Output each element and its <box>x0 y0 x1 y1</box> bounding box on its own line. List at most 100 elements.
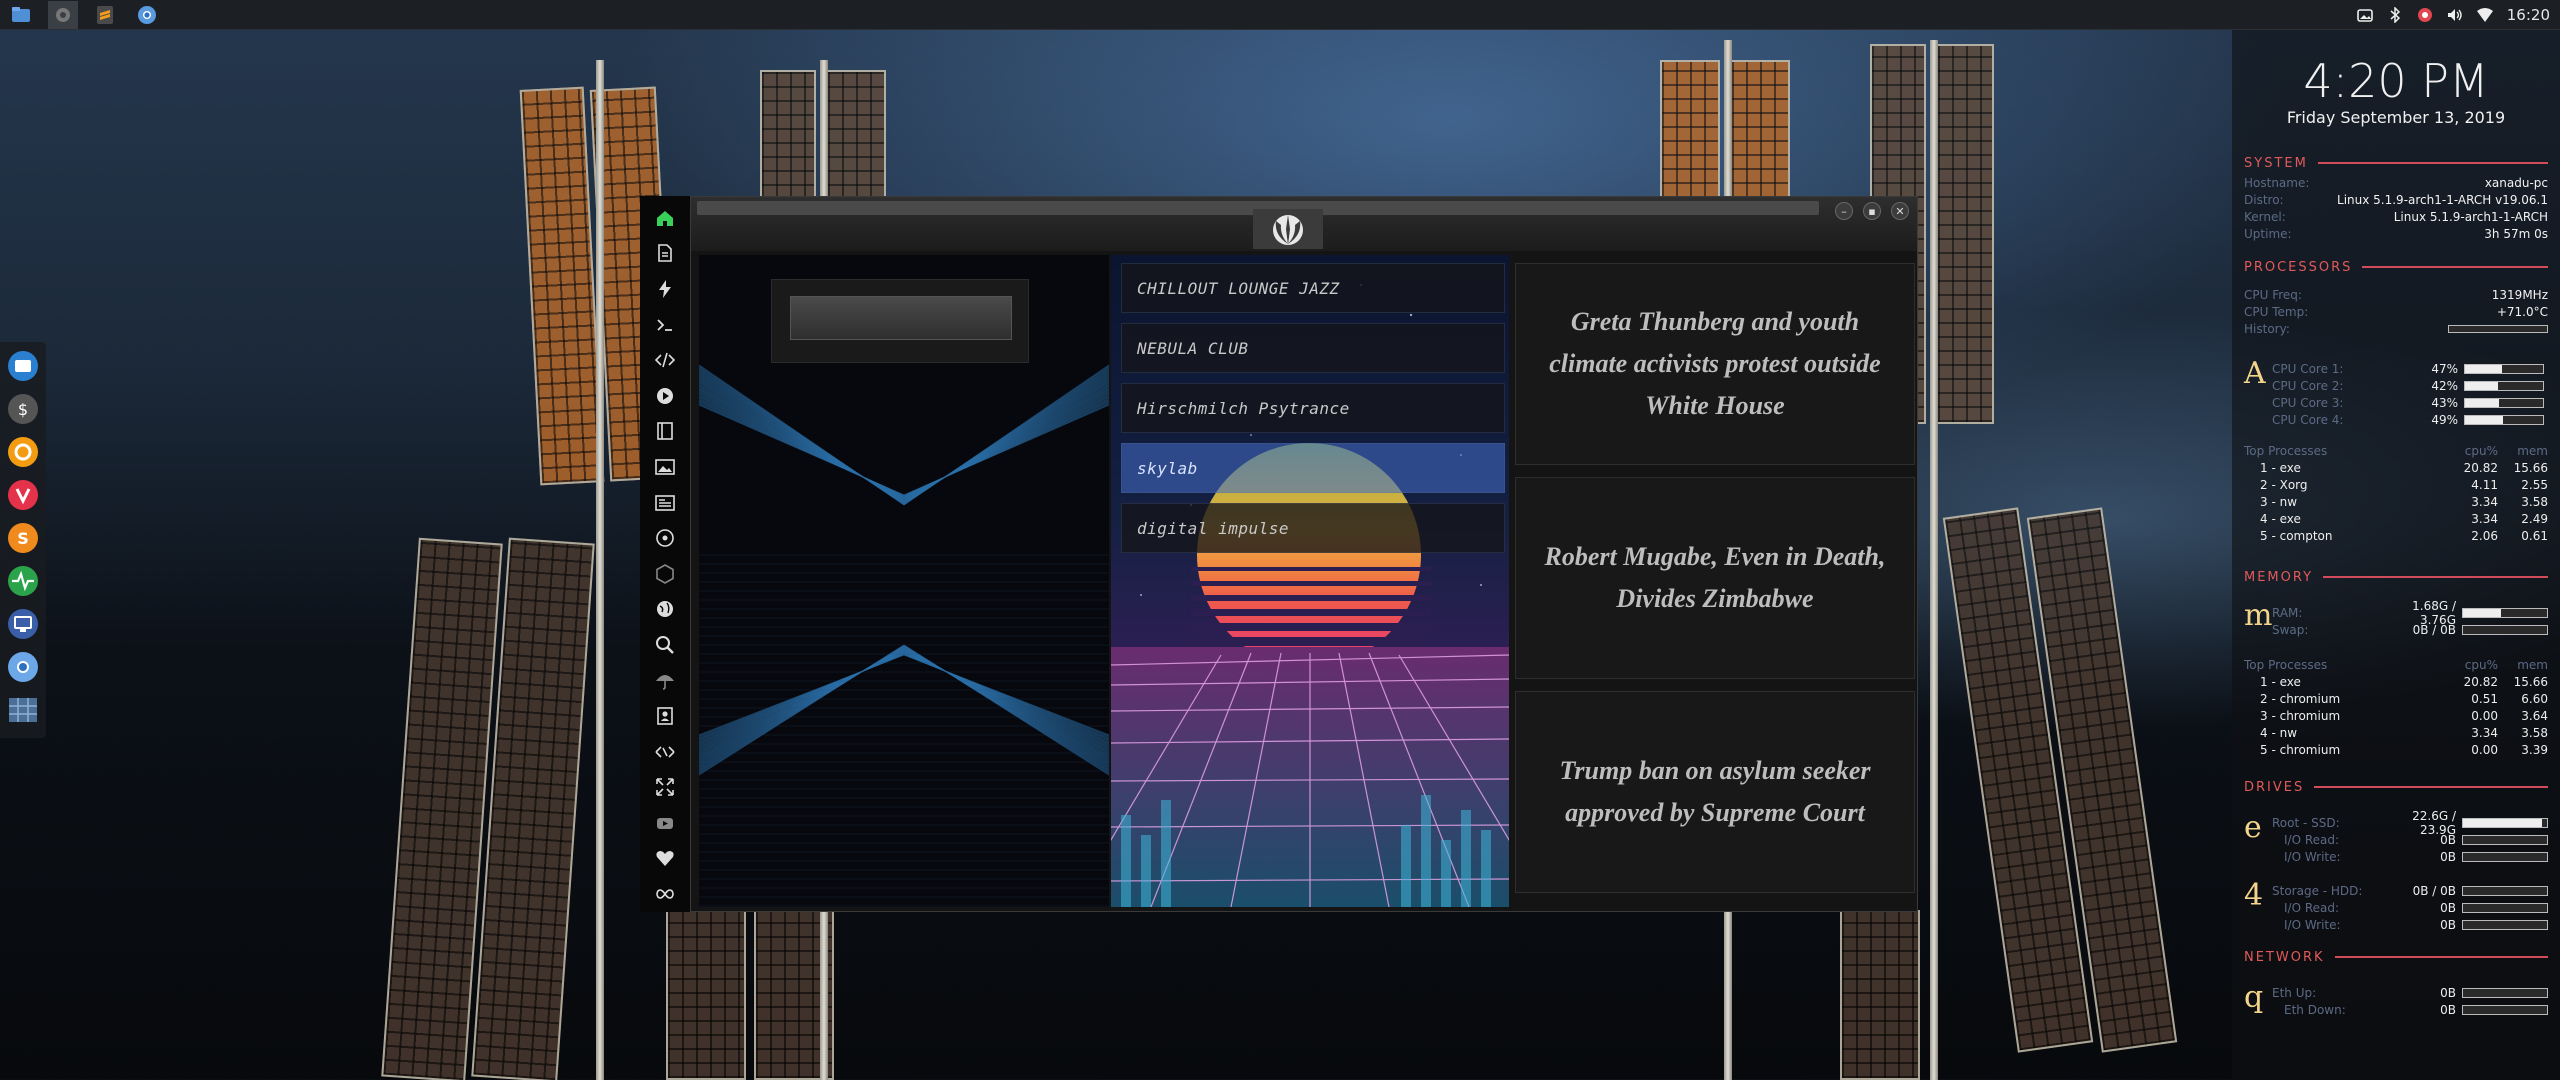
dock-ubuntu[interactable] <box>6 434 40 470</box>
bolt-icon <box>659 279 671 298</box>
root-drive-row: Root - SSD: 22.6G / 23.9G <box>2272 809 2548 837</box>
io-read-value: 0B <box>2440 832 2456 847</box>
ram-bar <box>2462 607 2548 618</box>
dock-money[interactable]: $ <box>6 391 40 427</box>
sidebar-code[interactable] <box>640 342 690 378</box>
swap-value: 0B / 0B <box>2412 622 2456 637</box>
root-drive-glyph: e <box>2244 810 2262 845</box>
uptime-row: Uptime: 3h 57m 0s <box>2244 225 2548 242</box>
process-cpu: 20.82 <box>2463 461 2498 475</box>
eth-up-value: 0B <box>2440 985 2456 1000</box>
dock-remote-desktop[interactable] <box>6 606 40 642</box>
station-item-selected[interactable]: skylab <box>1121 443 1505 493</box>
sidebar-expand[interactable] <box>640 770 690 806</box>
cpu-temp-value: +71.0°C <box>2496 304 2548 319</box>
dock-vivaldi[interactable] <box>6 477 40 513</box>
sidebar-search[interactable] <box>640 627 690 663</box>
sidebar-bolt[interactable] <box>640 271 690 307</box>
dock-system-monitor[interactable] <box>6 563 40 599</box>
remote-desktop-icon <box>8 609 38 639</box>
contact-icon <box>657 707 673 725</box>
cpu-history-graph <box>2448 324 2548 333</box>
infinity-icon <box>656 889 674 899</box>
cpu-core-label: CPU Core 3: <box>2272 395 2344 410</box>
volume-icon[interactable] <box>2447 7 2463 23</box>
swap-row: Swap: 0B / 0B <box>2272 621 2548 638</box>
sidebar-heart[interactable] <box>640 841 690 877</box>
screenshot-icon[interactable] <box>2356 7 2373 23</box>
minimize-button[interactable]: – <box>1835 202 1853 220</box>
process-mem: 15.66 <box>2513 461 2548 475</box>
dock-stacer[interactable]: S <box>6 520 40 556</box>
network-heading: NETWORK <box>2244 948 2548 966</box>
maximize-button[interactable]: ▪ <box>1863 202 1881 220</box>
system-heading: SYSTEM <box>2244 154 2548 172</box>
sidebar-news[interactable] <box>640 485 690 521</box>
station-item[interactable]: NEBULA CLUB <box>1121 323 1505 373</box>
sublime-icon <box>97 5 113 24</box>
dock-workspace[interactable] <box>6 692 40 728</box>
process-cpu: 4.11 <box>2471 478 2498 492</box>
dock-file-manager[interactable] <box>6 348 40 384</box>
cpu-core-row: CPU Core 2: 42% <box>2272 377 2548 394</box>
process-mem: 0.61 <box>2521 529 2548 543</box>
sidebar-terminal[interactable] <box>640 307 690 343</box>
search-input[interactable] <box>790 296 1012 340</box>
sidebar-infinity[interactable] <box>640 876 690 912</box>
swap-label: Swap: <box>2272 622 2309 637</box>
io-write-value: 0B <box>2440 849 2456 864</box>
settings-launcher[interactable] <box>48 0 78 29</box>
sidebar-book[interactable] <box>640 414 690 450</box>
chromium-launcher[interactable] <box>132 1 162 29</box>
settings-icon <box>56 7 70 22</box>
radio-panel: CHILLOUT LOUNGE JAZZ NEBULA CLUB Hirschm… <box>1111 255 1509 907</box>
process-name: 1 - exe <box>2260 675 2301 689</box>
wifi-icon[interactable] <box>2476 7 2493 23</box>
cpu-core-value: 43% <box>2431 395 2458 410</box>
sidebar-umbrella[interactable] <box>640 663 690 699</box>
mem-top-header: Top Processes cpu% mem <box>2244 658 2548 674</box>
dock-chromium[interactable] <box>6 649 40 685</box>
news-headline[interactable]: Trump ban on asylum seeker approved by S… <box>1515 691 1915 893</box>
sidebar-contact[interactable] <box>640 698 690 734</box>
titlebar[interactable]: – ▪ ✕ <box>691 197 1917 251</box>
svg-text:S: S <box>17 529 29 548</box>
process-cpu: 20.82 <box>2463 675 2498 689</box>
sidebar-youtube[interactable] <box>640 805 690 841</box>
news-headline[interactable]: Robert Mugabe, Even in Death, Divides Zi… <box>1515 477 1915 679</box>
book-icon <box>657 422 673 441</box>
bug-icon[interactable] <box>2417 7 2433 23</box>
station-item[interactable]: Hirschmilch Psytrance <box>1121 383 1505 433</box>
station-item[interactable]: CHILLOUT LOUNGE JAZZ <box>1121 263 1505 313</box>
top-panel: 16:20 <box>0 0 2560 30</box>
cpu-core-bar <box>2464 397 2544 408</box>
news-headline[interactable]: Greta Thunberg and youth climate activis… <box>1515 263 1915 465</box>
sidebar-globe[interactable] <box>640 592 690 628</box>
station-item[interactable]: digital impulse <box>1121 503 1505 553</box>
sidebar-play[interactable] <box>640 378 690 414</box>
cpu-core-label: CPU Core 2: <box>2272 378 2344 393</box>
sidebar-document[interactable] <box>640 236 690 272</box>
sidebar-shuffle[interactable] <box>640 734 690 770</box>
storage-drive-value: 0B / 0B <box>2412 883 2456 898</box>
mem-col-header: mem <box>2517 658 2548 672</box>
process-cpu: 0.00 <box>2471 709 2498 723</box>
sidebar-image[interactable] <box>640 449 690 485</box>
files-launcher[interactable] <box>6 1 36 29</box>
close-button[interactable]: ✕ <box>1891 202 1909 220</box>
sidebar-home[interactable] <box>640 200 690 236</box>
process-row: 3 - chromium 0.00 3.64 <box>2244 709 2548 726</box>
sidebar-atom[interactable] <box>640 520 690 556</box>
cpu-core-bar <box>2464 363 2544 374</box>
sublime-launcher[interactable] <box>90 1 120 29</box>
hexagon-icon <box>656 563 674 584</box>
panel-clock[interactable]: 16:20 <box>2507 6 2550 24</box>
hostname-value: xanadu-pc <box>2484 175 2548 190</box>
kernel-row: Kernel: Linux 5.1.9-arch1-1-ARCH <box>2244 208 2548 225</box>
youtube-icon <box>657 817 673 829</box>
bluetooth-icon[interactable] <box>2387 7 2403 23</box>
sidebar-hexagon[interactable] <box>640 556 690 592</box>
process-mem: 15.66 <box>2513 675 2548 689</box>
io-read-bar <box>2462 902 2548 913</box>
cpu-top-header: Top Processes cpu% mem <box>2244 444 2548 460</box>
